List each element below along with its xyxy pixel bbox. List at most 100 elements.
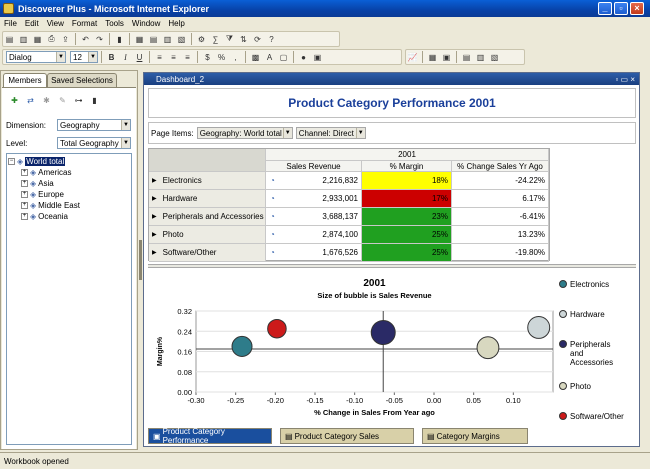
italic-button[interactable]: I [119,51,132,63]
panel-splitter[interactable] [139,240,142,280]
tree-item[interactable]: + ◈ Oceania [21,211,68,221]
menu-tools[interactable]: Tools [101,19,128,28]
expand-arrow-icon[interactable]: ▶ [152,249,157,256]
change-cell[interactable]: -19.80% [452,244,549,262]
close-button[interactable]: × [630,2,644,15]
change-cell[interactable]: 13.23% [452,226,549,244]
col-header-margin[interactable]: % Margin [362,161,452,172]
align-left-icon[interactable]: ≡ [153,51,166,63]
revenue-cell[interactable]: ◔ 2,216,832 [266,172,362,190]
row-header[interactable]: ▶ Software/Other [149,244,266,262]
minimize-button[interactable]: _ [598,2,612,15]
revenue-cell[interactable]: ◔ 2,933,001 [266,190,362,208]
edit-icon[interactable]: ✎ [56,94,69,106]
trash-icon[interactable]: ▮ [88,94,101,106]
expand-arrow-icon[interactable]: ▶ [152,231,157,238]
maximize-button[interactable]: ▫ [614,2,628,15]
align-right-icon[interactable]: ≡ [181,51,194,63]
redo-icon[interactable]: ↷ [93,33,106,45]
margin-cell[interactable]: 23% [362,208,452,226]
margin-cell[interactable]: 18% [362,172,452,190]
margin-cell[interactable]: 25% [362,244,452,262]
save-icon[interactable]: ▦ [31,33,44,45]
graph-icon[interactable]: 📈 [406,51,419,63]
window-controls[interactable]: ▫ ▭ × [615,75,635,84]
page-item-channel[interactable]: Channel: Direct ▼ [295,127,366,139]
delete-icon[interactable]: ▮ [113,33,126,45]
fill-color-icon[interactable]: ▩ [249,51,262,63]
row-header[interactable]: ▶ Peripherals and Accessories [149,208,266,226]
calc-icon[interactable]: ∑ [209,33,222,45]
drill-icon[interactable]: ◔ [270,212,275,221]
export-icon[interactable]: ⇪ [59,33,72,45]
tree-item[interactable]: + ◈ Americas [21,167,72,177]
expand-icon[interactable]: + [21,190,28,198]
tree-item[interactable]: + ◈ Europe [21,189,64,199]
row-header[interactable]: ▶ Electronics [149,172,266,190]
crosstab-icon[interactable]: ▥ [161,33,174,45]
pane-divider[interactable] [148,264,636,268]
menu-file[interactable]: File [0,19,21,28]
open-icon[interactable]: ▥ [17,33,30,45]
underline-button[interactable]: U [133,51,146,63]
change-cell[interactable]: -6.41% [452,208,549,226]
filter-icon[interactable]: ⧩ [223,33,236,45]
table-icon[interactable]: ▦ [133,33,146,45]
swap-icon[interactable]: ⇄ [24,94,37,106]
new-workbook-icon[interactable]: ▤ [3,33,16,45]
font-color-icon[interactable]: A [263,51,276,63]
help-icon[interactable]: ? [265,33,278,45]
expand-icon[interactable]: + [21,168,28,176]
level-select[interactable]: Total Geography ▼ [57,137,131,149]
graph-layout-icon[interactable]: ▣ [440,51,453,63]
expand-arrow-icon[interactable]: ▶ [152,213,157,220]
query-icon[interactable]: ⚙ [195,33,208,45]
table-only-icon[interactable]: ▤ [460,51,473,63]
revenue-cell[interactable]: ◔ 3,688,137 [266,208,362,226]
both-view-icon[interactable]: ▧ [488,51,501,63]
menu-view[interactable]: View [43,19,68,28]
drill-icon[interactable]: ◔ [270,176,275,185]
change-cell[interactable]: 6.17% [452,190,549,208]
tab-category-margins[interactable]: ▤ Category Margins [422,428,528,444]
drill-icon[interactable]: ◔ [270,230,275,239]
expand-icon[interactable]: + [21,201,28,209]
font-select[interactable]: Dialog ▼ [6,51,66,63]
drill-icon[interactable]: ◔ [270,248,275,257]
drill-icon[interactable]: ◔ [270,194,275,203]
col-header-revenue[interactable]: Sales Revenue [266,161,362,172]
page-item-geography[interactable]: Geography: World total ▼ [196,127,293,139]
tree-item[interactable]: + ◈ Middle East [21,200,80,210]
tab-product-category-sales[interactable]: ▤ Product Category Sales [280,428,414,444]
menu-format[interactable]: Format [68,19,101,28]
row-header[interactable]: ▶ Hardware [149,190,266,208]
collapse-icon[interactable]: − [8,157,15,165]
undo-icon[interactable]: ↶ [79,33,92,45]
percent-icon[interactable]: % [215,51,228,63]
font-size-select[interactable]: 12 ▼ [70,51,98,63]
stoplight-icon[interactable]: ● [297,51,310,63]
tab-saved-selections[interactable]: Saved Selections [47,73,117,87]
layout-icon[interactable]: ▧ [175,33,188,45]
menu-window[interactable]: Window [128,19,164,28]
expand-icon[interactable]: + [21,179,28,187]
favorite-icon[interactable]: ✱ [40,94,53,106]
tab-product-category-performance[interactable]: ▣ Product Category Performance [148,427,272,445]
currency-icon[interactable]: $ [201,51,214,63]
revenue-cell[interactable]: ◔ 1,676,526 [266,244,362,262]
tab-members[interactable]: Members [3,73,47,87]
row-header[interactable]: ▶ Photo [149,226,266,244]
col-header-change[interactable]: % Change Sales Yr Ago [452,161,549,172]
refresh-icon[interactable]: ⟳ [251,33,264,45]
table-layout-icon[interactable]: ▦ [426,51,439,63]
tree-item[interactable]: + ◈ Asia [21,178,54,188]
border-icon[interactable]: ▢ [277,51,290,63]
expand-arrow-icon[interactable]: ▶ [152,177,157,184]
sheet-icon[interactable]: ▤ [147,33,160,45]
revenue-cell[interactable]: ◔ 2,874,100 [266,226,362,244]
add-member-icon[interactable]: ✚ [8,94,21,106]
menu-edit[interactable]: Edit [21,19,43,28]
align-center-icon[interactable]: ≡ [167,51,180,63]
change-cell[interactable]: -24.22% [452,172,549,190]
format-icon[interactable]: ▣ [311,51,324,63]
